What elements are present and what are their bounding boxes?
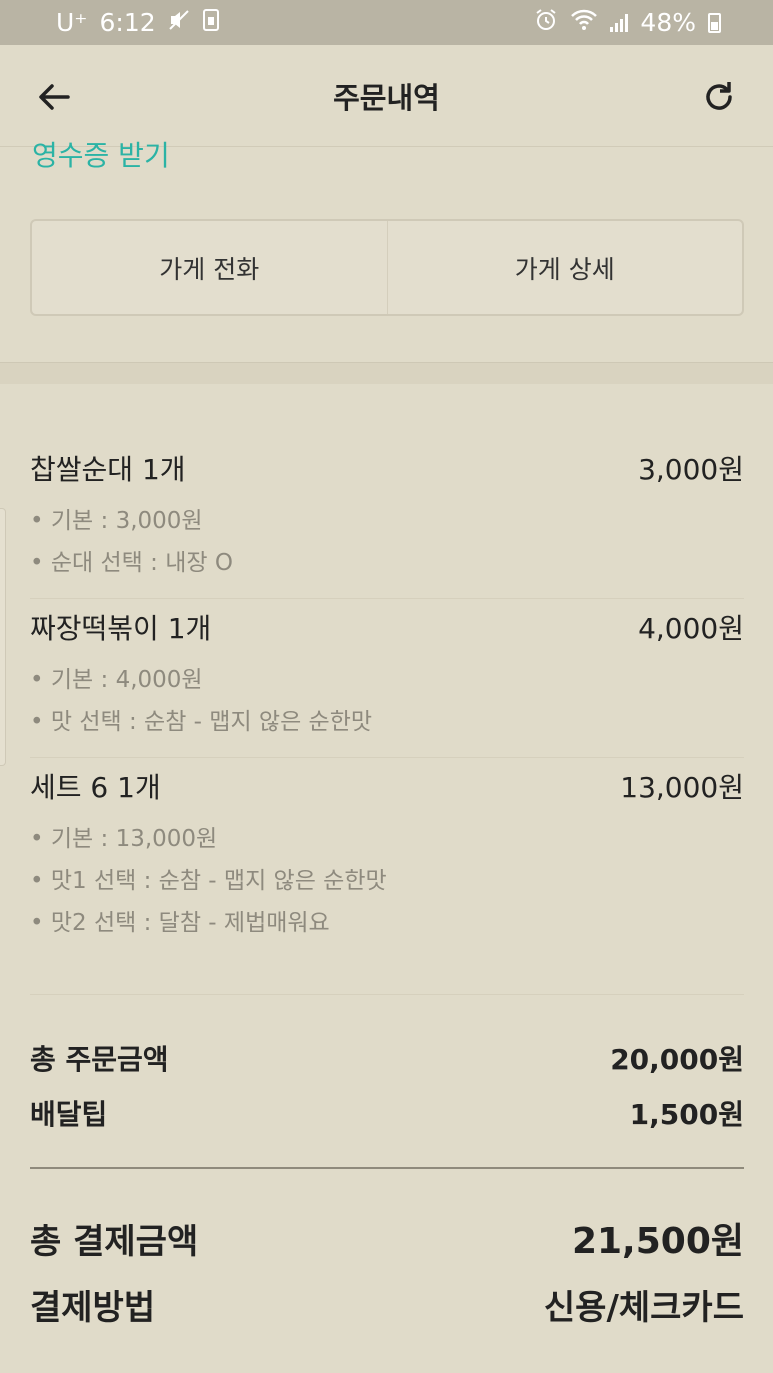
order-total-value: 20,000원 [610, 1042, 744, 1076]
carrier-label: U⁺ [56, 8, 88, 37]
item-price: 3,000원 [638, 453, 744, 486]
item-option: • 기본 : 3,000원 [30, 508, 203, 534]
item-option: • 기본 : 4,000원 [30, 667, 203, 693]
battery-icon [708, 12, 721, 33]
payment-total-label: 총 결제금액 [30, 1221, 199, 1262]
order-total-row: 총 주문금액 20,000원 [30, 1030, 744, 1085]
clock: 6:12 [99, 8, 156, 37]
delivery-tip-row: 배달팁 1,500원 [30, 1085, 744, 1140]
store-actions: 가게 전화 가게 상세 [30, 219, 744, 316]
alarm-icon [534, 8, 558, 37]
item-option: • 맛1 선택 : 순참 - 맵지 않은 순한맛 [30, 868, 387, 894]
edge-handle[interactable] [0, 508, 6, 766]
receipt-link[interactable]: 영수증 받기 [32, 134, 170, 174]
status-bar: U⁺ 6:12 48% [0, 0, 773, 45]
order-item: 찹쌀순대 1개 3,000원 • 기본 : 3,000원 • 순대 선택 : 내… [30, 440, 744, 599]
item-name: 찹쌀순대 1개 [30, 453, 186, 486]
back-button[interactable] [34, 77, 74, 117]
refresh-button[interactable] [699, 77, 739, 117]
mute-icon [168, 9, 190, 36]
sim-icon [202, 9, 220, 36]
app-header: 주문내역 [0, 45, 773, 147]
payment-method-row: 결제방법 신용/체크카드 [30, 1271, 744, 1337]
payment-method-value: 신용/체크카드 [543, 1287, 744, 1328]
store-detail-button[interactable]: 가게 상세 [386, 221, 743, 314]
refresh-icon [706, 82, 732, 110]
payment-total-value: 21,500원 [571, 1221, 744, 1262]
delivery-tip-label: 배달팁 [30, 1097, 108, 1131]
order-item: 짜장떡볶이 1개 4,000원 • 기본 : 4,000원 • 맛 선택 : 순… [30, 599, 744, 758]
item-price: 13,000원 [620, 771, 744, 804]
payment-total-row: 총 결제금액 21,500원 [30, 1205, 744, 1271]
item-option: • 순대 선택 : 내장 O [30, 550, 233, 576]
battery-percent: 48% [640, 8, 696, 37]
order-totals: 총 주문금액 20,000원 배달팁 1,500원 [30, 1030, 744, 1140]
page-title: 주문내역 [333, 80, 440, 115]
signal-icon [610, 13, 629, 32]
section-divider [0, 362, 773, 384]
delivery-tip-value: 1,500원 [629, 1097, 744, 1131]
item-price: 4,000원 [638, 612, 744, 645]
order-total-label: 총 주문금액 [30, 1042, 169, 1076]
payment-summary: 총 결제금액 21,500원 결제방법 신용/체크카드 [30, 1205, 744, 1337]
total-divider [30, 1167, 744, 1169]
item-name: 세트 6 1개 [30, 771, 161, 804]
item-option: • 맛 선택 : 순참 - 맵지 않은 순한맛 [30, 709, 373, 735]
payment-method-label: 결제방법 [30, 1287, 156, 1328]
order-items: 찹쌀순대 1개 3,000원 • 기본 : 3,000원 • 순대 선택 : 내… [30, 440, 744, 995]
back-arrow-icon [39, 84, 70, 110]
item-option: • 맛2 선택 : 달참 - 제법매워요 [30, 910, 330, 936]
order-item: 세트 6 1개 13,000원 • 기본 : 13,000원 • 맛1 선택 :… [30, 758, 744, 995]
wifi-icon [570, 9, 598, 36]
item-option: • 기본 : 13,000원 [30, 826, 218, 852]
store-call-button[interactable]: 가게 전화 [32, 221, 387, 314]
item-name: 짜장떡볶이 1개 [30, 612, 212, 645]
